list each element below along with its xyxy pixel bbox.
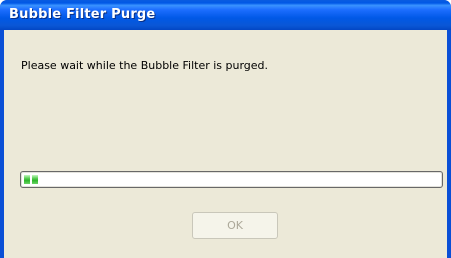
progress-fill (24, 175, 38, 184)
ok-button[interactable]: OK (192, 212, 278, 239)
progress-block (24, 175, 30, 184)
window-title: Bubble Filter Purge (9, 7, 156, 22)
status-message: Please wait while the Bubble Filter is p… (21, 59, 269, 72)
progress-bar (20, 171, 443, 188)
progress-block (32, 175, 38, 184)
dialog-body: Please wait while the Bubble Filter is p… (4, 30, 447, 258)
title-bar[interactable]: Bubble Filter Purge (0, 0, 451, 30)
dialog-window: Bubble Filter Purge Please wait while th… (0, 0, 451, 258)
